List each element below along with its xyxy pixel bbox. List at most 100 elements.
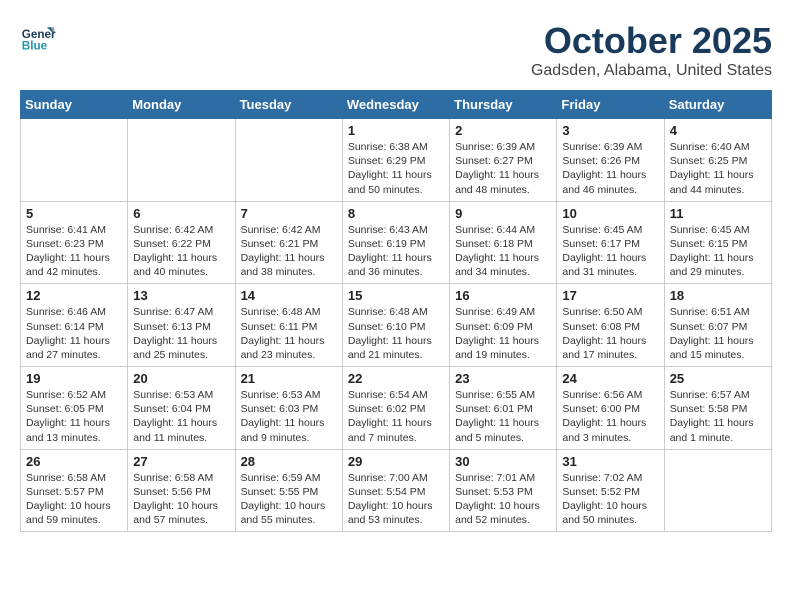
day-number: 9 — [455, 206, 551, 221]
cell-info: Sunrise: 6:48 AMSunset: 6:11 PMDaylight:… — [241, 305, 337, 362]
day-number: 26 — [26, 454, 122, 469]
day-number: 15 — [348, 288, 444, 303]
calendar-table: SundayMondayTuesdayWednesdayThursdayFrid… — [20, 90, 772, 532]
day-number: 11 — [670, 206, 766, 221]
weekday-header-tuesday: Tuesday — [235, 91, 342, 119]
calendar-cell — [664, 449, 771, 532]
calendar-cell: 19 Sunrise: 6:52 AMSunset: 6:05 PMDayligh… — [21, 367, 128, 450]
cell-info: Sunrise: 6:41 AMSunset: 6:23 PMDaylight:… — [26, 223, 122, 280]
calendar-week-1: 5 Sunrise: 6:41 AMSunset: 6:23 PMDaylight… — [21, 201, 772, 284]
cell-info: Sunrise: 6:52 AMSunset: 6:05 PMDaylight:… — [26, 388, 122, 445]
cell-info: Sunrise: 6:44 AMSunset: 6:18 PMDaylight:… — [455, 223, 551, 280]
calendar-week-4: 26 Sunrise: 6:58 AMSunset: 5:57 PMDayligh… — [21, 449, 772, 532]
cell-info: Sunrise: 6:43 AMSunset: 6:19 PMDaylight:… — [348, 223, 444, 280]
day-number: 5 — [26, 206, 122, 221]
calendar-cell: 28Sunrise: 6:59 AMSunset: 5:55 PMDayligh… — [235, 449, 342, 532]
day-number: 20 — [133, 371, 229, 386]
calendar-cell: 17Sunrise: 6:50 AMSunset: 6:08 PMDayligh… — [557, 284, 664, 367]
day-number: 1 — [348, 123, 444, 138]
calendar-cell: 10Sunrise: 6:45 AMSunset: 6:17 PMDayligh… — [557, 201, 664, 284]
cell-info: Sunrise: 6:45 AMSunset: 6:17 PMDaylight:… — [562, 223, 658, 280]
calendar-cell: 11 Sunrise: 6:45 AMSunset: 6:15 PMDayligh… — [664, 201, 771, 284]
logo-icon: General Blue — [20, 20, 56, 56]
calendar-cell: 1Sunrise: 6:38 AMSunset: 6:29 PMDaylight… — [342, 119, 449, 202]
calendar-cell: 18 Sunrise: 6:51 AMSunset: 6:07 PMDayligh… — [664, 284, 771, 367]
weekday-header-sunday: Sunday — [21, 91, 128, 119]
calendar-cell — [128, 119, 235, 202]
calendar-cell: 20 Sunrise: 6:53 AMSunset: 6:04 PMDayligh… — [128, 367, 235, 450]
calendar-cell: 27 Sunrise: 6:58 AMSunset: 5:56 PMDayligh… — [128, 449, 235, 532]
day-number: 14 — [241, 288, 337, 303]
day-number: 7 — [241, 206, 337, 221]
cell-info: Sunrise: 6:59 AMSunset: 5:55 PMDaylight:… — [241, 471, 337, 528]
calendar-cell: 8 Sunrise: 6:43 AMSunset: 6:19 PMDaylight… — [342, 201, 449, 284]
calendar-cell: 16 Sunrise: 6:49 AMSunset: 6:09 PMDayligh… — [450, 284, 557, 367]
calendar-cell: 14 Sunrise: 6:48 AMSunset: 6:11 PMDayligh… — [235, 284, 342, 367]
calendar-cell: 2Sunrise: 6:39 AMSunset: 6:27 PMDaylight… — [450, 119, 557, 202]
cell-info: Sunrise: 6:58 AMSunset: 5:56 PMDaylight:… — [133, 471, 229, 528]
cell-info: Sunrise: 6:48 AMSunset: 6:10 PMDaylight:… — [348, 305, 444, 362]
day-number: 25 — [670, 371, 766, 386]
day-number: 29 — [348, 454, 444, 469]
weekday-header-row: SundayMondayTuesdayWednesdayThursdayFrid… — [21, 91, 772, 119]
cell-info: Sunrise: 6:39 AMSunset: 6:26 PMDaylight:… — [562, 140, 658, 197]
calendar-week-3: 19 Sunrise: 6:52 AMSunset: 6:05 PMDayligh… — [21, 367, 772, 450]
cell-info: Sunrise: 6:46 AMSunset: 6:14 PMDaylight:… — [26, 305, 122, 362]
calendar-cell: 6 Sunrise: 6:42 AMSunset: 6:22 PMDaylight… — [128, 201, 235, 284]
cell-info: Sunrise: 7:01 AMSunset: 5:53 PMDaylight:… — [455, 471, 551, 528]
weekday-header-monday: Monday — [128, 91, 235, 119]
day-number: 22 — [348, 371, 444, 386]
calendar-cell: 23 Sunrise: 6:55 AMSunset: 6:01 PMDayligh… — [450, 367, 557, 450]
day-number: 8 — [348, 206, 444, 221]
calendar-cell: 31 Sunrise: 7:02 AMSunset: 5:52 PMDayligh… — [557, 449, 664, 532]
day-number: 18 — [670, 288, 766, 303]
cell-info: Sunrise: 6:42 AMSunset: 6:21 PMDaylight:… — [241, 223, 337, 280]
calendar-cell: 9 Sunrise: 6:44 AMSunset: 6:18 PMDaylight… — [450, 201, 557, 284]
calendar-cell: 25 Sunrise: 6:57 AMSunset: 5:58 PMDayligh… — [664, 367, 771, 450]
calendar-cell: 30 Sunrise: 7:01 AMSunset: 5:53 PMDayligh… — [450, 449, 557, 532]
calendar-cell: 21 Sunrise: 6:53 AMSunset: 6:03 PMDayligh… — [235, 367, 342, 450]
cell-info: Sunrise: 7:02 AMSunset: 5:52 PMDaylight:… — [562, 471, 658, 528]
cell-info: Sunrise: 6:45 AMSunset: 6:15 PMDaylight:… — [670, 223, 766, 280]
day-number: 21 — [241, 371, 337, 386]
day-number: 30 — [455, 454, 551, 469]
day-number: 16 — [455, 288, 551, 303]
logo: General Blue — [20, 20, 60, 56]
day-number: 2 — [455, 123, 551, 138]
day-number: 4 — [670, 123, 766, 138]
weekday-header-friday: Friday — [557, 91, 664, 119]
calendar-cell: 22 Sunrise: 6:54 AMSunset: 6:02 PMDayligh… — [342, 367, 449, 450]
calendar-cell: 12 Sunrise: 6:46 AMSunset: 6:14 PMDayligh… — [21, 284, 128, 367]
cell-info: Sunrise: 6:42 AMSunset: 6:22 PMDaylight:… — [133, 223, 229, 280]
weekday-header-thursday: Thursday — [450, 91, 557, 119]
page-header: General Blue October 2025 Gadsden, Alaba… — [20, 20, 772, 80]
calendar-cell: 4Sunrise: 6:40 AMSunset: 6:25 PMDaylight… — [664, 119, 771, 202]
day-number: 3 — [562, 123, 658, 138]
cell-info: Sunrise: 6:55 AMSunset: 6:01 PMDaylight:… — [455, 388, 551, 445]
calendar-cell: 15 Sunrise: 6:48 AMSunset: 6:10 PMDayligh… — [342, 284, 449, 367]
cell-info: Sunrise: 7:00 AMSunset: 5:54 PMDaylight:… — [348, 471, 444, 528]
calendar-cell — [235, 119, 342, 202]
cell-info: Sunrise: 6:53 AMSunset: 6:03 PMDaylight:… — [241, 388, 337, 445]
day-number: 19 — [26, 371, 122, 386]
svg-text:Blue: Blue — [22, 40, 48, 53]
calendar-cell: 7 Sunrise: 6:42 AMSunset: 6:21 PMDaylight… — [235, 201, 342, 284]
calendar-cell: 24Sunrise: 6:56 AMSunset: 6:00 PMDayligh… — [557, 367, 664, 450]
cell-info: Sunrise: 6:58 AMSunset: 5:57 PMDaylight:… — [26, 471, 122, 528]
calendar-cell: 26 Sunrise: 6:58 AMSunset: 5:57 PMDayligh… — [21, 449, 128, 532]
day-number: 27 — [133, 454, 229, 469]
day-number: 6 — [133, 206, 229, 221]
cell-info: Sunrise: 6:54 AMSunset: 6:02 PMDaylight:… — [348, 388, 444, 445]
cell-info: Sunrise: 6:53 AMSunset: 6:04 PMDaylight:… — [133, 388, 229, 445]
cell-info: Sunrise: 6:49 AMSunset: 6:09 PMDaylight:… — [455, 305, 551, 362]
day-number: 24 — [562, 371, 658, 386]
day-number: 12 — [26, 288, 122, 303]
cell-info: Sunrise: 6:57 AMSunset: 5:58 PMDaylight:… — [670, 388, 766, 445]
calendar-week-2: 12 Sunrise: 6:46 AMSunset: 6:14 PMDayligh… — [21, 284, 772, 367]
calendar-week-0: 1Sunrise: 6:38 AMSunset: 6:29 PMDaylight… — [21, 119, 772, 202]
calendar-cell: 13Sunrise: 6:47 AMSunset: 6:13 PMDayligh… — [128, 284, 235, 367]
day-number: 31 — [562, 454, 658, 469]
day-number: 23 — [455, 371, 551, 386]
cell-info: Sunrise: 6:51 AMSunset: 6:07 PMDaylight:… — [670, 305, 766, 362]
calendar-cell — [21, 119, 128, 202]
